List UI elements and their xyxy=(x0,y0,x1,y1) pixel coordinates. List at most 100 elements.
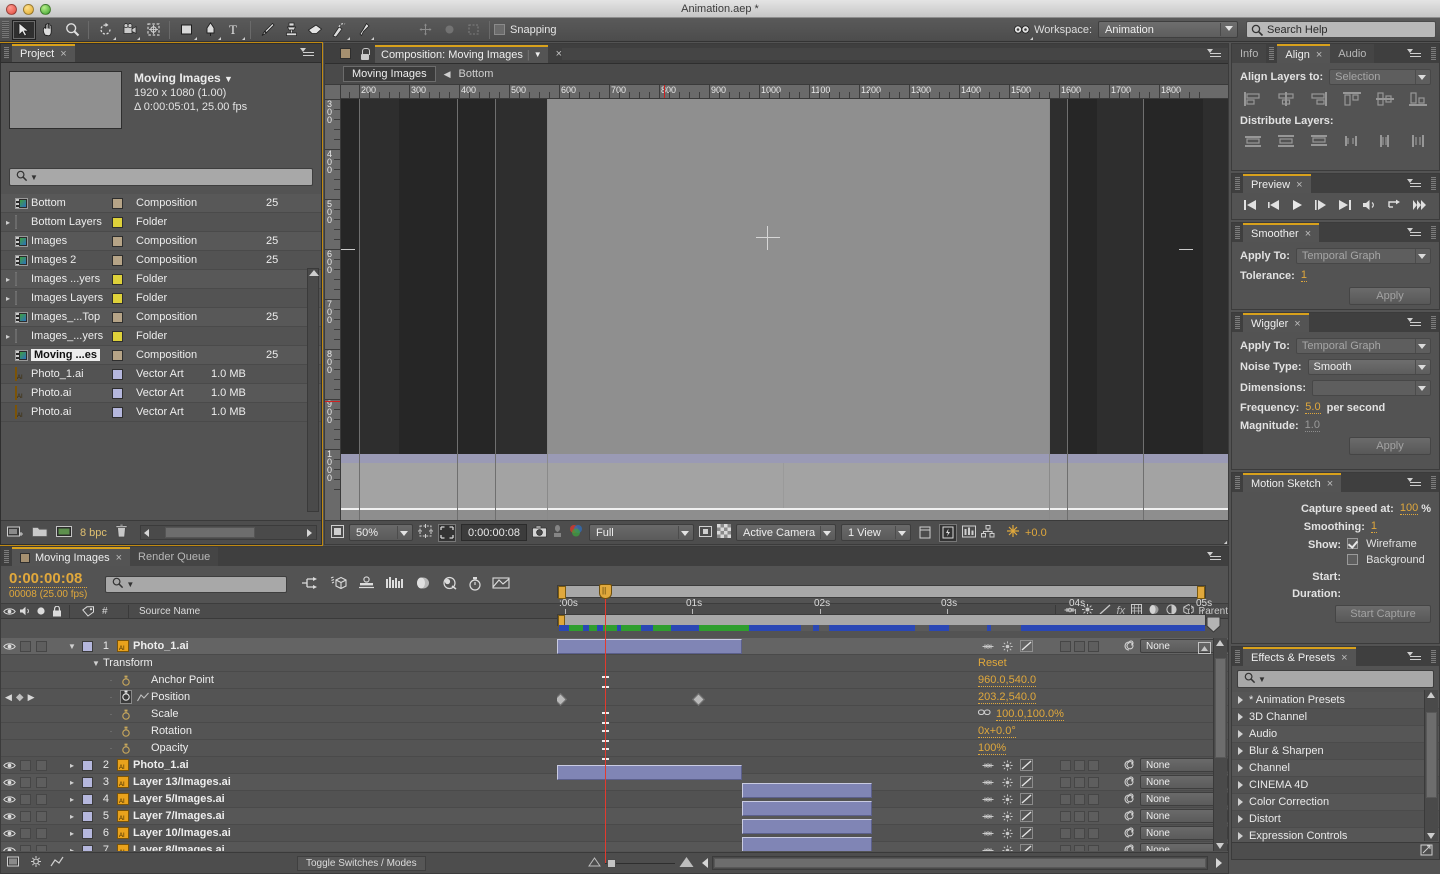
label-color-swatch[interactable] xyxy=(112,292,136,304)
exposure-value[interactable]: +0.0 xyxy=(1025,527,1047,539)
property-label[interactable]: Rotation xyxy=(151,725,978,737)
close-icon[interactable]: × xyxy=(1305,228,1311,240)
collapse-switch[interactable] xyxy=(998,827,1016,839)
layer-video-toggle[interactable] xyxy=(1,778,17,787)
property-row[interactable]: · Anchor Point 960.0,540.0 xyxy=(1,672,1228,689)
layer-video-toggle[interactable] xyxy=(1,642,17,651)
layer-source-name[interactable]: Photo_1.ai xyxy=(133,759,978,771)
align-horizontal-center-button[interactable] xyxy=(1275,91,1297,107)
panel-grip[interactable] xyxy=(1235,476,1240,489)
property-stopwatch-icon[interactable] xyxy=(117,709,135,720)
panel-grip[interactable] xyxy=(1269,47,1275,60)
layer-audio-toggle[interactable] xyxy=(17,844,33,851)
audio-button[interactable] xyxy=(1362,199,1377,214)
collapse-switch[interactable] xyxy=(998,793,1016,805)
layer-label-swatch[interactable] xyxy=(79,640,95,652)
search-help-input[interactable]: Search Help xyxy=(1246,21,1436,38)
grid-guides-icon[interactable] xyxy=(418,524,1227,544)
layer-switch-boxes[interactable] xyxy=(1060,640,1118,652)
comp-marker-icon[interactable] xyxy=(1196,639,1212,656)
effects-category-row[interactable]: Audio xyxy=(1232,726,1439,743)
timeline-layer-row[interactable]: ▸ 3 Layer 13/Images.ai None xyxy=(1,774,1228,791)
tab-project[interactable]: Project × xyxy=(12,44,75,62)
auto-keyframe-icon[interactable] xyxy=(468,576,482,594)
distribute-left-button[interactable] xyxy=(1341,133,1363,149)
project-list-item[interactable]: Bottom Composition 25 xyxy=(1,194,321,213)
layer-source-name[interactable]: Photo_1.ai xyxy=(133,640,978,652)
scroll-right-arrow[interactable] xyxy=(1216,858,1222,868)
label-color-swatch[interactable] xyxy=(112,254,136,266)
align-vertical-center-button[interactable] xyxy=(1374,91,1396,107)
project-list-item[interactable]: Images 2 Composition 25 xyxy=(1,251,321,270)
panel-menu-icon[interactable] xyxy=(1407,651,1423,663)
project-scrollbar[interactable] xyxy=(307,268,319,512)
zoom-level-select[interactable]: 50% xyxy=(349,524,413,541)
first-frame-button[interactable] xyxy=(1243,199,1257,214)
puppet-pin-tool[interactable] xyxy=(351,20,375,40)
panel-grip-right[interactable] xyxy=(1431,47,1436,60)
loop-button[interactable] xyxy=(1387,199,1402,214)
project-item-name[interactable]: Images_...yers xyxy=(31,330,112,342)
disclosure-triangle-icon[interactable] xyxy=(1238,832,1243,840)
project-hscrollbar[interactable] xyxy=(139,525,317,540)
label-color-swatch[interactable] xyxy=(112,387,136,399)
label-color-swatch[interactable] xyxy=(112,235,136,247)
shy-switch[interactable] xyxy=(978,777,998,788)
tab-composition-moving-images[interactable]: Composition: Moving Images | ▼ xyxy=(375,44,548,63)
property-value[interactable]: 960.0,540.0 xyxy=(978,674,1037,687)
wiggler-dimensions-select[interactable] xyxy=(1312,380,1431,396)
layer-label-swatch[interactable] xyxy=(79,810,95,822)
effects-category-list[interactable]: * Animation Presets 3D Channel Audio Blur &… xyxy=(1232,692,1439,845)
property-value-cell[interactable]: 0x+0.0° xyxy=(978,725,1228,738)
clone-stamp-tool[interactable] xyxy=(279,20,303,40)
layer-disclosure-triangle[interactable]: ▸ xyxy=(65,778,79,787)
layer-label-swatch[interactable] xyxy=(79,793,95,805)
project-item-list[interactable]: Bottom Composition 25 ▸ Bottom Layers Folder I… xyxy=(1,194,321,514)
tool-expand-corner[interactable] xyxy=(371,36,374,40)
workspace-preset-icon[interactable] xyxy=(1010,20,1034,40)
graph-editor-footer-icon[interactable] xyxy=(50,855,64,871)
project-item-name[interactable]: Moving ...es xyxy=(31,349,112,361)
snapping-checkbox[interactable] xyxy=(494,24,505,35)
scroll-right-arrow[interactable] xyxy=(307,528,312,537)
breadcrumb-current[interactable]: Moving Images xyxy=(343,66,436,82)
distribute-horizontal-center-button[interactable] xyxy=(1374,133,1396,149)
layer-label-swatch[interactable] xyxy=(79,759,95,771)
align-bottom-button[interactable] xyxy=(1407,91,1429,107)
tool-expand-corner[interactable] xyxy=(194,36,197,40)
label-color-swatch[interactable] xyxy=(112,273,136,285)
layer-switch-boxes[interactable] xyxy=(1060,759,1118,771)
layer-disclosure-triangle[interactable]: ▸ xyxy=(65,812,79,821)
align-left-button[interactable] xyxy=(1242,91,1264,107)
layer-source-name[interactable]: Layer 7/Images.ai xyxy=(133,810,978,822)
project-item-name[interactable]: Images_...Top xyxy=(31,311,112,323)
comp-flowchart-icon[interactable] xyxy=(981,524,995,541)
project-list-item[interactable]: ▸ Images Layers Folder xyxy=(1,289,321,308)
layer-rows-container[interactable]: ▼1Photo_1.aiNone▼TransformReset·Anchor P… xyxy=(1,638,1228,851)
timeline-hscrollbar[interactable] xyxy=(712,856,1208,870)
layer-label-swatch[interactable] xyxy=(79,776,95,788)
camera-view-select[interactable]: Active Camera xyxy=(736,524,836,541)
workspace-select[interactable]: Animation xyxy=(1098,21,1238,38)
layer-audio-toggle[interactable] xyxy=(17,827,33,839)
project-list-item[interactable]: Images Composition 25 xyxy=(1,232,321,251)
label-color-swatch[interactable] xyxy=(112,311,136,323)
disclosure-triangle-icon[interactable]: ▸ xyxy=(1,294,15,303)
work-area-end-handle[interactable] xyxy=(1206,616,1221,633)
parent-pickwhip-icon[interactable] xyxy=(1118,759,1140,771)
scroll-left-arrow[interactable] xyxy=(702,858,708,868)
wiggler-noise-type-select[interactable]: Smooth xyxy=(1307,359,1431,375)
target-region-icon[interactable] xyxy=(699,525,712,541)
tab-timeline-moving-images[interactable]: Moving Images × xyxy=(12,547,131,566)
close-icon[interactable]: × xyxy=(1296,179,1302,191)
effects-category-row[interactable]: CINEMA 4D xyxy=(1232,777,1439,794)
property-row[interactable]: ◀ ◆ ▶ · Position 203.2,540.0 xyxy=(1,689,1228,706)
selection-tool[interactable] xyxy=(12,19,36,40)
breadcrumb-parent[interactable]: Bottom xyxy=(459,68,494,80)
layer-audio-toggle[interactable] xyxy=(17,776,33,788)
project-list-item[interactable]: Images_...Top Composition 25 xyxy=(1,308,321,327)
disclosure-triangle-icon[interactable] xyxy=(1238,764,1243,772)
panel-menu-icon[interactable] xyxy=(1207,551,1223,563)
effects-category-row[interactable]: * Animation Presets xyxy=(1232,692,1439,709)
project-list-item[interactable]: Photo.ai Vector Art 1.0 MB xyxy=(1,403,321,422)
